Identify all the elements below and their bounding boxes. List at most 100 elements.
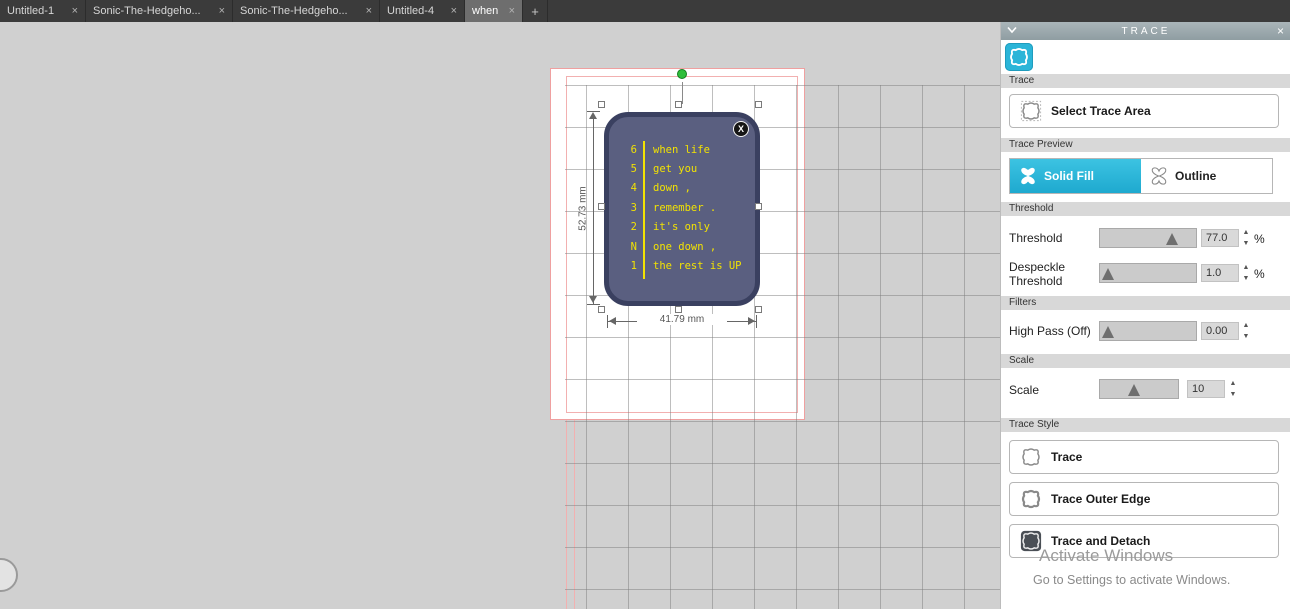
stepper-down-icon[interactable]: ▼ (1243, 274, 1250, 283)
design-text-row: 5 get you (609, 159, 755, 178)
despeckle-value-input[interactable] (1201, 264, 1239, 282)
high-pass-label: High Pass (Off) (1009, 324, 1091, 338)
selection-handle-bottom-center[interactable] (675, 306, 682, 313)
despeckle-unit: % (1254, 267, 1265, 281)
selection-handle-top-right[interactable] (755, 101, 762, 108)
design-text-row: None down , (609, 237, 755, 256)
selection-handle-bottom-right[interactable] (755, 306, 762, 313)
trace-preview-toggle: Solid Fill Outline (1009, 158, 1273, 194)
select-trace-area-button[interactable]: Select Trace Area (1009, 94, 1279, 128)
trace-tool-icon[interactable] (1005, 43, 1033, 71)
row-text: one down , (653, 240, 717, 253)
arrow-up-icon (589, 112, 597, 119)
stepper-up-icon[interactable]: ▲ (1243, 263, 1250, 272)
dimension-cap (607, 315, 608, 328)
tab-label: Untitled-4 (387, 5, 435, 17)
row-number: 3 (630, 201, 637, 214)
selection-handle-bottom-left[interactable] (598, 306, 605, 313)
stepper-down-icon[interactable]: ▼ (1243, 239, 1250, 248)
outline-button[interactable]: Outline (1141, 159, 1272, 193)
threshold-stepper[interactable]: ▲ ▼ (1241, 228, 1251, 248)
row-number: 2 (630, 221, 637, 234)
trace-outer-edge-button[interactable]: Trace Outer Edge (1009, 482, 1279, 516)
arrow-right-icon (748, 317, 755, 325)
tab-label: Untitled-1 (7, 5, 55, 17)
threshold-unit: % (1254, 232, 1265, 246)
trace-button[interactable]: Trace (1009, 440, 1279, 474)
tab-sonic-1[interactable]: Sonic-The-Hedgeho... × (86, 0, 233, 22)
selection-handle-top-left[interactable] (598, 101, 605, 108)
tab-close-icon[interactable]: × (451, 5, 457, 17)
row-number: 4 (630, 182, 637, 195)
tab-close-icon[interactable]: × (366, 5, 372, 17)
trace-panel-header: TRACE × (1001, 22, 1290, 40)
high-pass-stepper[interactable]: ▲ ▼ (1241, 321, 1251, 341)
stepper-down-icon[interactable]: ▼ (1243, 332, 1250, 341)
selection-handle-top-center[interactable] (675, 101, 682, 108)
activate-windows-subtext: Go to Settings to activate Windows. (1033, 573, 1231, 587)
design-text-row: 2 it's only (609, 218, 755, 237)
tab-close-icon[interactable]: × (219, 5, 225, 17)
design-close-badge[interactable]: X (733, 121, 749, 137)
threshold-value-input[interactable] (1201, 229, 1239, 247)
app-window: Untitled-1 × Sonic-The-Hedgeho... × Soni… (0, 0, 1290, 609)
tab-close-icon[interactable]: × (509, 5, 515, 17)
selected-design-object[interactable]: 6 when life 5 get you 4 down , 3 remember . … (604, 112, 760, 306)
stepper-up-icon[interactable]: ▲ (1243, 228, 1250, 237)
despeckle-slider-handle[interactable] (1102, 268, 1114, 280)
despeckle-stepper[interactable]: ▲ ▼ (1241, 263, 1251, 283)
width-dimension-label: 41.79 mm (637, 314, 727, 325)
design-text-row: 4 down , (609, 179, 755, 198)
row-text: the rest is UP (653, 260, 742, 273)
tab-when-active[interactable]: when × (465, 0, 523, 22)
design-text-row: 1 the rest is UP (609, 256, 755, 275)
scale-stepper[interactable]: ▲ ▼ (1228, 379, 1238, 399)
tab-untitled-4[interactable]: Untitled-4 × (380, 0, 465, 22)
row-text: remember . (653, 201, 717, 214)
despeckle-threshold-label: Despeckle Threshold (1009, 260, 1066, 288)
rotation-handle-line (682, 82, 683, 104)
selection-handle-mid-left[interactable] (598, 203, 605, 210)
document-tab-bar: Untitled-1 × Sonic-The-Hedgeho... × Soni… (0, 0, 1290, 22)
despeckle-slider[interactable] (1099, 263, 1197, 283)
design-text-row: 3 remember . (609, 198, 755, 217)
scale-slider-handle[interactable] (1128, 384, 1140, 396)
row-text: when life (653, 143, 710, 156)
stepper-down-icon[interactable]: ▼ (1230, 390, 1237, 399)
rotation-handle[interactable] (677, 69, 687, 79)
tab-close-icon[interactable]: × (72, 5, 78, 17)
section-header-trace-preview: Trace Preview (1001, 138, 1290, 152)
row-number: 5 (630, 163, 637, 176)
high-pass-value-input[interactable] (1201, 322, 1239, 340)
solid-fill-button[interactable]: Solid Fill (1010, 159, 1141, 193)
new-tab-button[interactable]: + (523, 0, 548, 22)
threshold-slider-handle[interactable] (1166, 233, 1178, 245)
stepper-up-icon[interactable]: ▲ (1230, 379, 1237, 388)
button-label: Trace (1051, 450, 1083, 464)
tab-sonic-2[interactable]: Sonic-The-Hedgeho... × (233, 0, 380, 22)
threshold-slider[interactable] (1099, 228, 1197, 248)
button-label: Trace Outer Edge (1051, 492, 1151, 506)
row-text: get you (653, 163, 698, 176)
high-pass-slider[interactable] (1099, 321, 1197, 341)
button-label: Select Trace Area (1051, 104, 1151, 118)
high-pass-slider-handle[interactable] (1102, 326, 1114, 338)
tab-label: Sonic-The-Hedgeho... (240, 5, 348, 17)
selection-handle-mid-right[interactable] (755, 203, 762, 210)
dimension-cap (756, 315, 757, 328)
height-dimension-label: 52.73 mm (577, 186, 589, 231)
scale-value-input[interactable] (1187, 380, 1225, 398)
trace-outer-edge-icon (1021, 489, 1041, 509)
scale-slider[interactable] (1099, 379, 1179, 399)
panel-collapse-chevron-icon[interactable] (1007, 26, 1017, 34)
tab-untitled-1[interactable]: Untitled-1 × (0, 0, 86, 22)
threshold-label: Threshold (1009, 231, 1063, 245)
row-number: 6 (630, 143, 637, 156)
arrow-down-icon (589, 296, 597, 303)
panel-close-icon[interactable]: × (1277, 23, 1284, 39)
section-header-filters: Filters (1001, 296, 1290, 310)
corner-tool-button[interactable] (0, 558, 18, 592)
activate-windows-watermark: Activate Windows (1039, 546, 1174, 565)
row-number: N (630, 240, 637, 253)
stepper-up-icon[interactable]: ▲ (1243, 321, 1250, 330)
